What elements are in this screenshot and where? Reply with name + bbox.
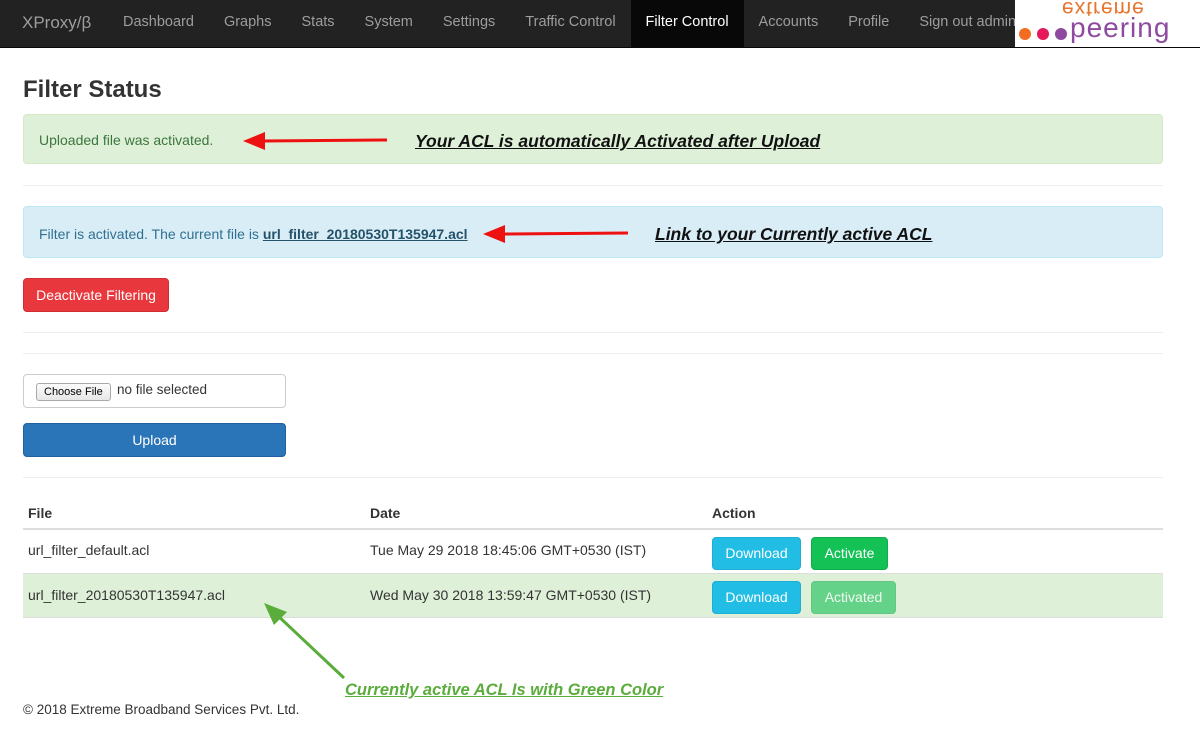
file-input-status: no file selected	[117, 382, 208, 397]
alert-info-prefix: Filter is activated. The current file is	[39, 226, 263, 242]
nav-stats[interactable]: Stats	[287, 0, 350, 47]
deactivate-filtering-button[interactable]: Deactivate Filtering	[23, 278, 169, 312]
nav-settings[interactable]: Settings	[428, 0, 510, 47]
alert-info-text: Filter is activated. The current file is…	[39, 226, 468, 242]
nav-graphs[interactable]: Graphs	[209, 0, 287, 47]
row-file-name: url_filter_20180530T135947.acl	[28, 587, 225, 603]
nav-accounts[interactable]: Accounts	[744, 0, 834, 47]
filter-status-alert: Filter is activated. The current file is…	[23, 206, 1163, 258]
column-header-action: Action	[712, 505, 756, 521]
activated-button: Activated	[811, 581, 896, 614]
table-header-row: File Date Action	[23, 495, 1163, 530]
main-nav: Dashboard Graphs Stats System Settings T…	[108, 0, 1031, 47]
nav-profile[interactable]: Profile	[833, 0, 904, 47]
acl-files-table: File Date Action url_filter_default.acl …	[23, 495, 1163, 618]
download-button[interactable]: Download	[712, 581, 801, 614]
logo-main-text: peering	[1070, 12, 1171, 43]
nav-filter-control[interactable]: Filter Control	[630, 0, 744, 47]
row-file-name: url_filter_default.acl	[28, 542, 150, 558]
logo-dot-red	[1037, 28, 1049, 40]
footer-copyright: © 2018 Extreme Broadband Services Pvt. L…	[23, 702, 300, 717]
divider	[23, 353, 1163, 354]
annotation-active-acl-link: Link to your Currently active ACL	[655, 224, 933, 244]
extreme-peering-logo: extreme peering	[1015, 0, 1200, 47]
nav-sign-out[interactable]: Sign out admin	[904, 0, 1031, 47]
nav-traffic-control[interactable]: Traffic Control	[510, 0, 630, 47]
download-button[interactable]: Download	[712, 537, 801, 570]
column-header-file: File	[28, 505, 53, 521]
activate-button[interactable]: Activate	[811, 537, 888, 570]
annotation-green-active: Currently active ACL Is with Green Color	[345, 681, 664, 699]
divider	[23, 185, 1163, 186]
choose-file-button[interactable]: Choose File	[36, 383, 111, 401]
top-navbar: XProxy/β Dashboard Graphs Stats System S…	[0, 0, 1200, 48]
file-input[interactable]: Choose File no file selected	[23, 374, 286, 408]
divider	[23, 332, 1163, 333]
row-date: Tue May 29 2018 18:45:06 GMT+0530 (IST)	[370, 542, 647, 558]
row-date: Wed May 30 2018 13:59:47 GMT+0530 (IST)	[370, 587, 652, 603]
page-title: Filter Status	[23, 76, 162, 103]
nav-system[interactable]: System	[350, 0, 428, 47]
column-header-date: Date	[370, 505, 401, 521]
brand-logo-text[interactable]: XProxy/β	[22, 13, 91, 33]
annotation-auto-activated: Your ACL is automatically Activated afte…	[415, 131, 821, 151]
table-row: url_filter_default.acl Tue May 29 2018 1…	[23, 530, 1163, 574]
nav-dashboard[interactable]: Dashboard	[108, 0, 209, 47]
logo-dot-orange	[1019, 28, 1031, 40]
logo-dot-purple	[1055, 28, 1067, 40]
upload-button[interactable]: Upload	[23, 423, 286, 457]
alert-success-text: Uploaded file was activated.	[39, 132, 214, 148]
table-row-active: url_filter_20180530T135947.acl Wed May 3…	[23, 574, 1163, 618]
current-acl-link[interactable]: url_filter_20180530T135947.acl	[263, 226, 468, 242]
divider	[23, 477, 1163, 478]
